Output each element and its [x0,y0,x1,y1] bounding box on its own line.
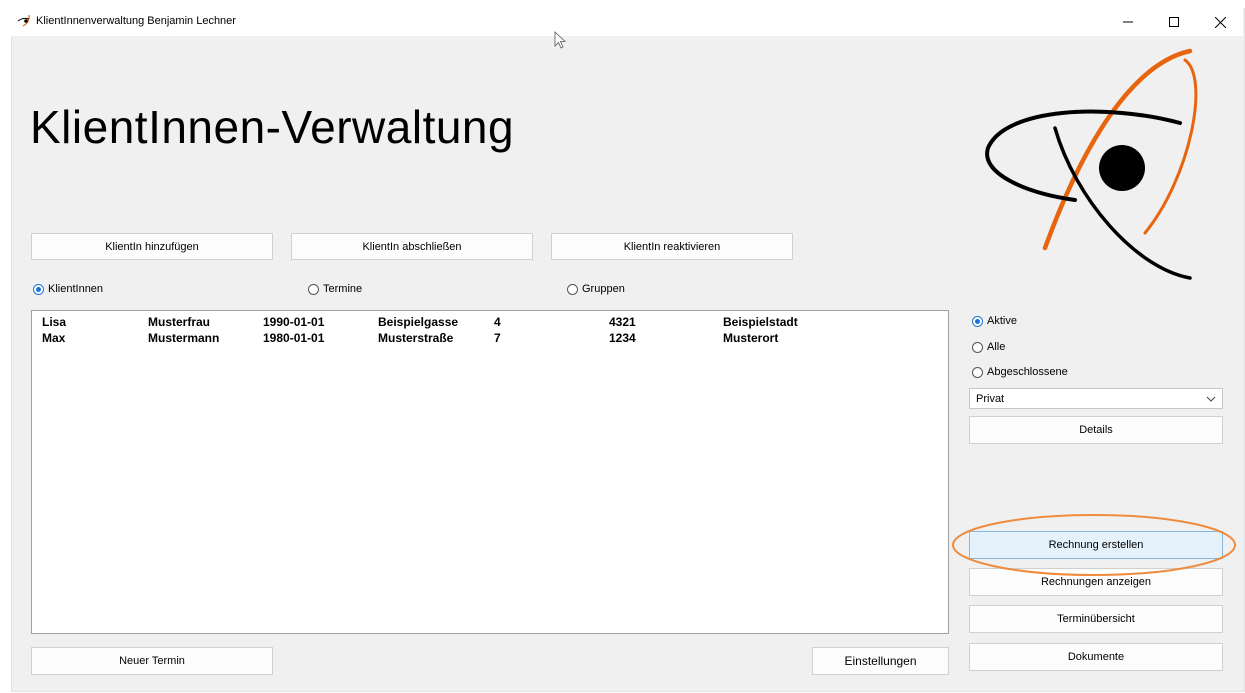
radio-active[interactable]: Aktive [972,315,1017,327]
radio-appointments-label: Termine [323,283,363,295]
close-client-button[interactable]: KlientIn abschließen [291,233,533,260]
list-item[interactable]: Lisa Musterfrau 1990-01-01 Beispielgasse… [32,315,948,331]
radio-unselected-icon [972,341,983,353]
appointments-overview-button[interactable]: Terminübersicht [969,605,1223,633]
radio-all[interactable]: Alle [972,341,1005,353]
list-item[interactable]: Max Mustermann 1980-01-01 Musterstraße 7… [32,331,948,347]
cell-city: Musterort [723,331,779,345]
settings-button[interactable]: Einstellungen [812,647,949,675]
new-appointment-button[interactable]: Neuer Termin [31,647,273,675]
add-client-button[interactable]: KlientIn hinzufügen [31,233,273,260]
highlight-oval [952,514,1236,576]
radio-unselected-icon [308,283,319,295]
page-title: KlientInnen-Verwaltung [30,101,515,153]
cell-last-name: Musterfrau [148,315,211,329]
radio-appointments[interactable]: Termine [308,283,362,295]
radio-selected-icon [972,315,983,327]
minimize-icon [1123,21,1133,23]
chevron-down-icon [1206,396,1216,402]
category-select-value: Privat [976,392,1005,405]
minimize-button[interactable] [1105,8,1151,36]
maximize-icon [1169,17,1179,27]
client-list[interactable]: Lisa Musterfrau 1990-01-01 Beispielgasse… [31,310,949,634]
mouse-cursor-icon [554,31,567,49]
cell-house-number: 4 [494,315,501,329]
window-title: KlientInnenverwaltung Benjamin Lechner [36,15,236,27]
radio-clients-label: KlientInnen [48,283,104,295]
radio-groups-label: Gruppen [582,283,625,295]
documents-button[interactable]: Dokumente [969,643,1223,671]
radio-unselected-icon [972,366,983,378]
app-icon [17,14,30,27]
radio-unselected-icon [567,283,578,295]
close-icon [1214,16,1226,28]
radio-closed-label: Abgeschlossene [987,366,1068,378]
radio-all-label: Alle [987,341,1006,353]
close-window-button[interactable] [1197,8,1243,36]
radio-active-label: Aktive [987,315,1017,327]
radio-groups[interactable]: Gruppen [567,283,625,295]
cell-birth-date: 1990-01-01 [263,315,325,329]
radio-closed[interactable]: Abgeschlossene [972,366,1068,378]
radio-clients[interactable]: KlientInnen [33,283,103,295]
cell-postal-code: 4321 [609,315,636,329]
maximize-button[interactable] [1151,8,1197,36]
cell-first-name: Lisa [42,315,67,329]
category-select[interactable]: Privat [969,388,1223,409]
cell-street: Musterstraße [378,331,454,345]
app-logo [985,48,1198,280]
cell-house-number: 7 [494,331,501,345]
cell-street: Beispielgasse [378,315,459,329]
cell-first-name: Max [42,331,66,345]
reactivate-client-button[interactable]: KlientIn reaktivieren [551,233,793,260]
radio-selected-icon [33,283,44,295]
cell-city: Beispielstadt [723,315,798,329]
cell-birth-date: 1980-01-01 [263,331,325,345]
cell-last-name: Mustermann [148,331,220,345]
details-button[interactable]: Details [969,416,1223,444]
cell-postal-code: 1234 [609,331,636,345]
